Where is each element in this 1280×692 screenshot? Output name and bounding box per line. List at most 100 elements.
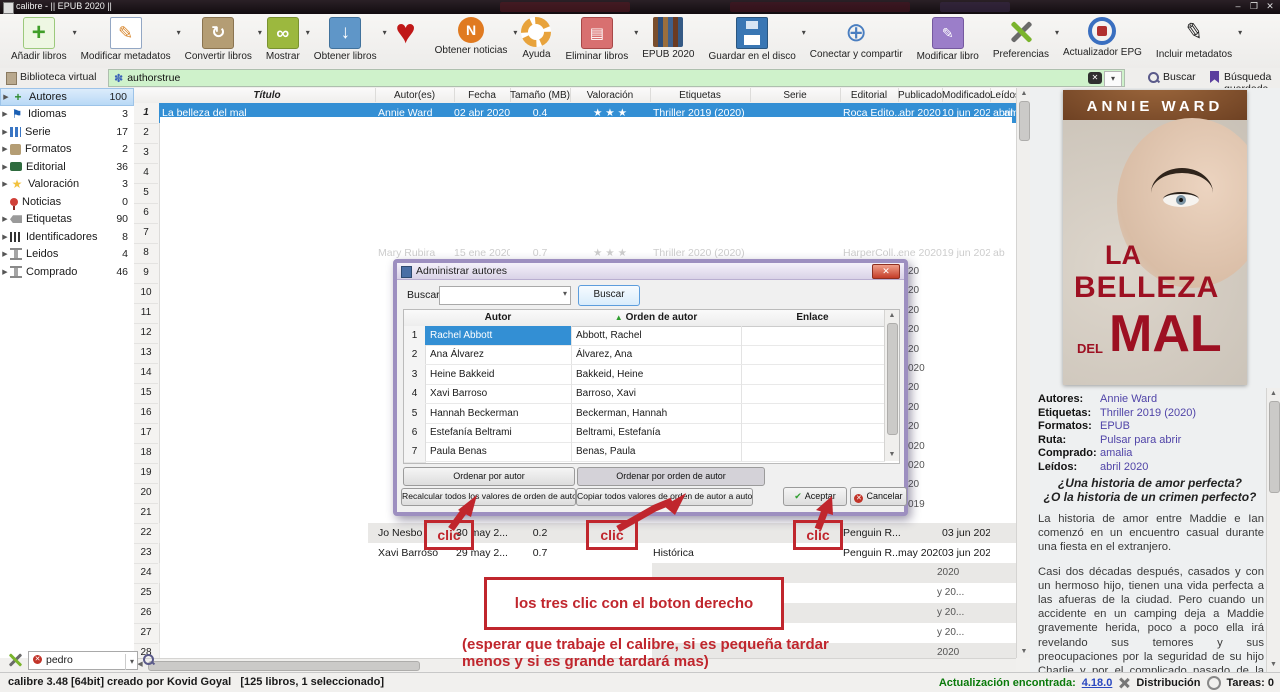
toolbar-button-add-books[interactable]: + ▾ Añadir libros [4, 14, 77, 68]
sidebar-item-valoracion[interactable]: ▶ ★ Valoración 3 [0, 176, 134, 194]
toolbar-button-epg-updater[interactable]: Actualizador EPG [1056, 14, 1149, 68]
toolbar-button-embed-metadata[interactable]: ✎ ▾ Incluir metadatos [1149, 14, 1242, 68]
maximize-button[interactable]: ❐ [1246, 0, 1262, 13]
sidebar-item-column[interactable]: ▶ Comprado 46 [0, 263, 134, 281]
toolbar-button-fetch-news[interactable]: N ▾ Obtener noticias [428, 14, 517, 68]
dialog-search-combo[interactable] [439, 286, 571, 305]
dialog-link-cell[interactable] [741, 345, 885, 366]
sidebar-item-noticias[interactable]: Noticias 0 [0, 193, 134, 211]
column-header-rating[interactable]: Valoración [570, 88, 651, 102]
expand-arrow-icon[interactable]: ▶ [0, 110, 10, 118]
dialog-link-cell[interactable] [741, 364, 885, 385]
scroll-down-icon[interactable]: ▼ [1017, 646, 1030, 658]
dialog-link-cell[interactable] [741, 326, 885, 346]
preferences-mini-icon[interactable] [8, 652, 24, 668]
dialog-author-sort-cell[interactable]: Benas, Paula [571, 442, 742, 463]
dialog-author-sort-cell[interactable]: Beckerman, Hannah [571, 403, 742, 424]
column-header-read[interactable]: Leídos [990, 88, 1017, 102]
metadata-value-link[interactable]: Annie Ward [1100, 393, 1157, 405]
scroll-down-icon[interactable]: ▼ [1267, 659, 1280, 671]
metadata-value-link[interactable]: amalia [1100, 447, 1132, 459]
sidebar-item-column[interactable]: ▶ Leidos 4 [0, 246, 134, 264]
dropdown-caret-icon[interactable]: ▾ [1238, 28, 1242, 37]
toolbar-button-donate-heart[interactable]: ♥ [384, 14, 428, 68]
close-button[interactable]: ✕ [1262, 0, 1278, 13]
sidebar-item-identificadores[interactable]: ▶ Identificadores 8 [0, 228, 134, 246]
dialog-search-button[interactable]: Buscar [578, 285, 640, 306]
toolbar-button-remove-books[interactable]: ▤ ▾ Eliminar libros [558, 14, 638, 68]
search-dropdown-button[interactable]: ▾ [1104, 71, 1122, 87]
dialog-author-cell[interactable]: Hannah Beckerman [425, 403, 572, 424]
dialog-author-cell[interactable]: Paula Benas [425, 442, 572, 463]
scrollbar-slider[interactable] [148, 661, 420, 671]
scroll-down-icon[interactable]: ▼ [885, 449, 899, 461]
search-icon[interactable] [1148, 72, 1159, 83]
accept-button[interactable]: ✔ Aceptar [783, 487, 847, 506]
dialog-author-sort-cell[interactable]: Álvarez, Ana [571, 345, 742, 366]
scrollbar-slider[interactable] [887, 323, 898, 435]
scrollbar-slider[interactable] [1019, 101, 1030, 141]
column-header-modified[interactable]: Modificado [942, 88, 991, 102]
dialog-author-sort-cell[interactable]: Bakkeid, Heine [571, 364, 742, 385]
jobs-spinner-icon[interactable] [1206, 676, 1221, 690]
expand-arrow-icon[interactable]: ▶ [0, 268, 10, 276]
virtual-library-button[interactable]: Biblioteca virtual [2, 69, 102, 86]
dialog-column-header[interactable]: ▲ Orden de autor [571, 310, 742, 327]
toolbar-button-edit-book[interactable]: ✎ Modificar libro [910, 14, 986, 68]
sidebar-item-formatos[interactable]: ▶ Formatos 2 [0, 141, 134, 159]
expand-arrow-icon[interactable]: ▶ [0, 145, 10, 153]
book-cover[interactable]: ANNIE WARD LA BELLEZA DEL MAL ¿UNA HISTO… [1063, 90, 1247, 385]
expand-arrow-icon[interactable]: ▶ [0, 215, 10, 223]
toolbar-button-help[interactable]: Ayuda [514, 14, 558, 68]
toolbar-button-connect-share[interactable]: ⊕ Conectar y compartir [803, 14, 910, 68]
expand-arrow-icon[interactable]: ▶ [0, 233, 10, 241]
toolbar-button-get-books[interactable]: ↓ ▾ Obtener libros [307, 14, 387, 68]
toolbar-button-view[interactable]: ∞ ▾ Mostrar [259, 14, 310, 68]
dialog-close-button[interactable]: ✕ [872, 264, 900, 279]
expand-arrow-icon[interactable]: ▶ [0, 163, 10, 171]
dialog-author-cell[interactable]: Ana Álvarez [425, 345, 572, 366]
dialog-scrollbar[interactable]: ▲ ▼ [884, 310, 899, 461]
dialog-author-cell[interactable]: Heine Bakkeid [425, 364, 572, 385]
copy-author-sort-button[interactable]: Copiar todos valores de orden de autor a… [576, 488, 753, 506]
sidebar-item-etiquetas[interactable]: ▶ Etiquetas 90 [0, 211, 134, 229]
dialog-author-sort-cell[interactable]: Barroso, Xavi [571, 384, 742, 405]
dialog-author-cell[interactable]: Estefanía Beltrami [425, 423, 572, 443]
sort-by-author-sort-button[interactable]: Ordenar por orden de autor [577, 467, 765, 486]
book-list-vertical-scrollbar[interactable]: ▲ ▼ [1016, 88, 1030, 658]
toolbar-button-save-to-disk[interactable]: ▾ Guardar en el disco [702, 14, 806, 68]
column-header-serie[interactable]: Serie [750, 88, 841, 102]
column-header-date[interactable]: Fecha [454, 88, 511, 102]
dialog-link-cell[interactable] [741, 423, 885, 443]
column-header-publisher[interactable]: Editorial [840, 88, 899, 102]
clear-search-button[interactable]: ✕ [1088, 72, 1102, 84]
dialog-link-cell[interactable] [741, 384, 885, 405]
sidebar-item-editorial[interactable]: ▶ Editorial 36 [0, 158, 134, 176]
cancel-button[interactable]: ✕ Cancelar [850, 487, 907, 506]
scroll-up-icon[interactable]: ▲ [885, 310, 899, 322]
saved-search-icon[interactable] [1210, 71, 1219, 83]
sidebar-item-autores[interactable]: ▶ + Autores 100 [0, 88, 134, 106]
dialog-author-cell[interactable]: Xavi Barroso [425, 384, 572, 405]
restriction-search-icon[interactable] [143, 654, 154, 665]
toolbar-button-convert-books[interactable]: ↻ ▾ Convertir libros [178, 14, 262, 68]
expand-arrow-icon[interactable]: ▶ [1, 93, 11, 101]
metadata-value-link[interactable]: Thriller 2019 (2020) [1100, 407, 1196, 419]
sort-by-author-button[interactable]: Ordenar por autor [403, 467, 575, 486]
dialog-link-cell[interactable] [741, 403, 885, 424]
dialog-column-header[interactable]: Enlace [741, 310, 885, 327]
sidebar-item-serie[interactable]: ▶ Serie 17 [0, 123, 134, 141]
metadata-value-link[interactable]: EPUB [1100, 420, 1130, 432]
toolbar-button-edit-metadata[interactable]: ✎ ▾ Modificar metadatos [74, 14, 181, 68]
column-header-published[interactable]: Publicado [898, 88, 943, 102]
recalculate-author-sort-button[interactable]: Recalcular todos los valores de orden de… [401, 488, 576, 506]
expand-arrow-icon[interactable]: ▶ [0, 128, 10, 136]
toolbar-button-library[interactable]: EPUB 2020 [635, 14, 701, 68]
dialog-author-sort-cell[interactable]: Beltrami, Estefanía [571, 423, 742, 443]
dialog-link-cell[interactable] [741, 442, 885, 463]
details-scrollbar[interactable]: ▲ ▼ [1266, 388, 1280, 672]
minimize-button[interactable]: – [1230, 0, 1246, 13]
search-input[interactable]: ✽ authorstrue ✕ ▾ [108, 69, 1125, 87]
jobs-label[interactable]: Tareas: 0 [1227, 677, 1275, 689]
expand-arrow-icon[interactable]: ▶ [0, 180, 10, 188]
